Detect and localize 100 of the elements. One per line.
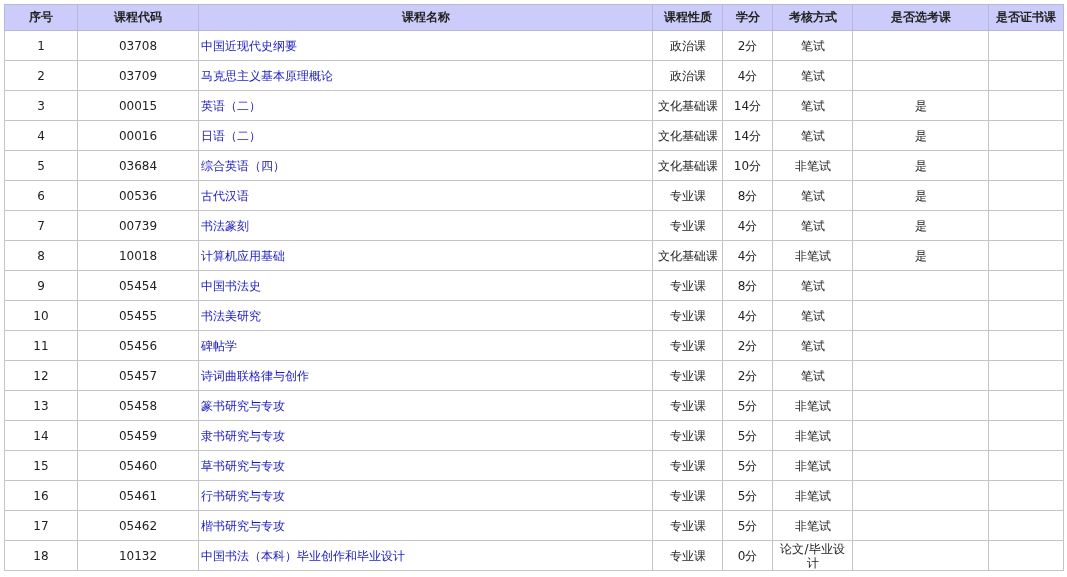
course-link[interactable]: 书法美研究 xyxy=(201,308,261,323)
course-link[interactable]: 马克思主义基本原理概论 xyxy=(201,68,333,83)
table-cell: 10132 xyxy=(77,540,199,571)
table-cell: 专业课 xyxy=(652,480,723,511)
table-cell: 是 xyxy=(852,150,989,181)
table-cell: 4 xyxy=(4,120,78,151)
course-link[interactable]: 日语（二） xyxy=(201,128,261,143)
table-cell: 文化基础课 xyxy=(652,150,723,181)
table-cell: 12 xyxy=(4,360,78,391)
table-cell: 13 xyxy=(4,390,78,421)
table-cell: 05456 xyxy=(77,330,199,361)
course-link[interactable]: 草书研究与专攻 xyxy=(201,458,285,473)
table-cell: 是 xyxy=(852,120,989,151)
table-cell: 2 xyxy=(4,60,78,91)
table-cell: 笔试 xyxy=(772,270,853,301)
table-cell: 6 xyxy=(4,180,78,211)
table-cell: 非笔试 xyxy=(772,150,853,181)
table-cell: 9 xyxy=(4,270,78,301)
table-cell: 14分 xyxy=(722,120,773,151)
column-header: 学分 xyxy=(722,4,773,31)
table-cell: 政治课 xyxy=(652,60,723,91)
table-cell: 4分 xyxy=(722,300,773,331)
table-cell: 文化基础课 xyxy=(652,240,723,271)
table-cell: 是 xyxy=(852,180,989,211)
table-cell: 笔试 xyxy=(772,330,853,361)
table-cell: 05462 xyxy=(77,510,199,541)
table-cell: 笔试 xyxy=(772,360,853,391)
table-cell: 笔试 xyxy=(772,180,853,211)
table-cell: 笔试 xyxy=(772,90,853,121)
course-link[interactable]: 中国近现代史纲要 xyxy=(201,38,297,53)
table-cell: 专业课 xyxy=(652,420,723,451)
course-link[interactable]: 楷书研究与专攻 xyxy=(201,518,285,533)
table-cell: 10018 xyxy=(77,240,199,271)
table-cell: 10 xyxy=(4,300,78,331)
course-link[interactable]: 行书研究与专攻 xyxy=(201,488,285,503)
column-header: 是否证书课 xyxy=(988,4,1064,31)
table-cell: 非笔试 xyxy=(772,450,853,481)
column-header: 是否选考课 xyxy=(852,4,989,31)
table-cell: 00739 xyxy=(77,210,199,241)
table-cell: 05459 xyxy=(77,420,199,451)
table-cell: 05454 xyxy=(77,270,199,301)
table-cell: 文化基础课 xyxy=(652,90,723,121)
table-cell: 05455 xyxy=(77,300,199,331)
table-cell: 8分 xyxy=(722,180,773,211)
table-cell: 11 xyxy=(4,330,78,361)
table-cell: 非笔试 xyxy=(772,480,853,511)
table-cell: 专业课 xyxy=(652,510,723,541)
course-link[interactable]: 隶书研究与专攻 xyxy=(201,428,285,443)
column-header: 课程代码 xyxy=(77,4,199,31)
table-cell: 03708 xyxy=(77,30,199,61)
table-cell: 10分 xyxy=(722,150,773,181)
table-cell: 非笔试 xyxy=(772,510,853,541)
table-cell: 专业课 xyxy=(652,300,723,331)
table-cell: 非笔试 xyxy=(772,420,853,451)
table-cell: 专业课 xyxy=(652,390,723,421)
course-link[interactable]: 综合英语（四） xyxy=(201,158,285,173)
table-cell: 8分 xyxy=(722,270,773,301)
course-link[interactable]: 碑帖学 xyxy=(201,338,237,353)
table-cell: 笔试 xyxy=(772,210,853,241)
column-header: 考核方式 xyxy=(772,4,853,31)
table-cell: 5分 xyxy=(722,390,773,421)
table-cell: 3 xyxy=(4,90,78,121)
course-link[interactable]: 古代汉语 xyxy=(201,188,249,203)
table-cell: 05460 xyxy=(77,450,199,481)
table-cell: 专业课 xyxy=(652,540,723,571)
table-cell: 2分 xyxy=(722,330,773,361)
table-cell: 5分 xyxy=(722,420,773,451)
column-header: 课程名称 xyxy=(198,4,653,31)
table-cell: 论文/毕业设计 xyxy=(772,540,853,571)
table-cell: 03684 xyxy=(77,150,199,181)
table-cell: 05461 xyxy=(77,480,199,511)
table-cell: 18 xyxy=(4,540,78,571)
table-cell: 14 xyxy=(4,420,78,451)
table-cell: 1 xyxy=(4,30,78,61)
table-cell: 5分 xyxy=(722,510,773,541)
table-cell: 笔试 xyxy=(772,120,853,151)
course-link[interactable]: 计算机应用基础 xyxy=(201,248,285,263)
table-cell: 专业课 xyxy=(652,330,723,361)
table-cell: 政治课 xyxy=(652,30,723,61)
table-cell: 05457 xyxy=(77,360,199,391)
table-cell: 00536 xyxy=(77,180,199,211)
course-link[interactable]: 诗词曲联格律与创作 xyxy=(201,368,309,383)
table-cell: 15 xyxy=(4,450,78,481)
course-link[interactable]: 英语（二） xyxy=(201,98,261,113)
course-link[interactable]: 篆书研究与专攻 xyxy=(201,398,285,413)
table-cell: 0分 xyxy=(722,540,773,571)
table-cell: 4分 xyxy=(722,210,773,241)
table-cell: 4分 xyxy=(722,240,773,271)
table-cell: 笔试 xyxy=(772,30,853,61)
table-cell: 7 xyxy=(4,210,78,241)
table-cell: 14分 xyxy=(722,90,773,121)
table-cell: 5 xyxy=(4,150,78,181)
table-cell: 17 xyxy=(4,510,78,541)
course-link[interactable]: 中国书法史 xyxy=(201,278,261,293)
table-cell: 文化基础课 xyxy=(652,120,723,151)
course-link[interactable]: 书法篆刻 xyxy=(201,218,249,233)
table-cell: 非笔试 xyxy=(772,390,853,421)
table-cell: 是 xyxy=(852,210,989,241)
table-cell: 专业课 xyxy=(652,180,723,211)
table-cell: 03709 xyxy=(77,60,199,91)
